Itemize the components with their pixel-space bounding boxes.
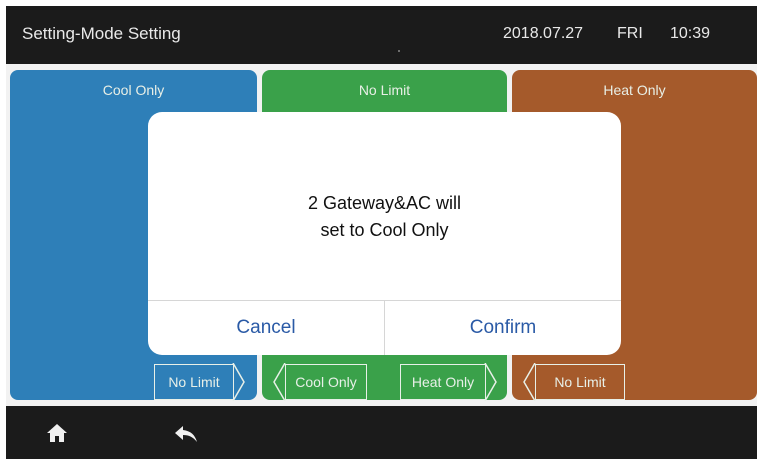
panel-title-heat-only: Heat Only [603,82,666,98]
switch-to-heat-only-button[interactable]: Heat Only [400,364,486,400]
chevron-right-icon [484,363,497,401]
switch-button-label: No Limit [168,374,220,390]
chevron-right-icon [232,363,245,401]
navigation-bar [6,406,757,459]
chevron-left-icon [523,363,536,401]
status-bar: Setting-Mode Setting 2018.07.27 FRI 10:3… [6,6,757,64]
switch-button-label: Cool Only [295,374,357,390]
day-display: FRI [617,25,643,42]
switch-to-no-limit-button[interactable]: No Limit [154,364,234,400]
cancel-button[interactable]: Cancel [148,301,384,355]
switch-to-no-limit-button[interactable]: No Limit [535,364,625,400]
switch-to-cool-only-button[interactable]: Cool Only [285,364,367,400]
confirm-dialog: 2 Gateway&AC will set to Cool Only Cance… [148,112,621,355]
indicator-dot [398,50,400,52]
dialog-message-line-2: set to Cool Only [320,220,449,240]
device-screen: Setting-Mode Setting 2018.07.27 FRI 10:3… [6,6,757,459]
confirm-button[interactable]: Confirm [385,301,621,355]
panel-title-cool-only: Cool Only [102,82,165,98]
home-icon[interactable] [46,423,68,443]
dialog-message: 2 Gateway&AC will set to Cool Only [148,190,621,244]
date-display: 2018.07.27 [503,25,584,42]
page-title: Setting-Mode Setting [22,24,181,43]
chevron-left-icon [273,363,286,401]
switch-button-label: No Limit [554,374,606,390]
switch-button-label: Heat Only [411,374,475,390]
back-icon[interactable] [174,425,198,443]
dialog-message-line-1: 2 Gateway&AC will [307,193,462,213]
time-display: 10:39 [670,25,711,42]
panel-title-no-limit: No Limit [358,82,411,98]
